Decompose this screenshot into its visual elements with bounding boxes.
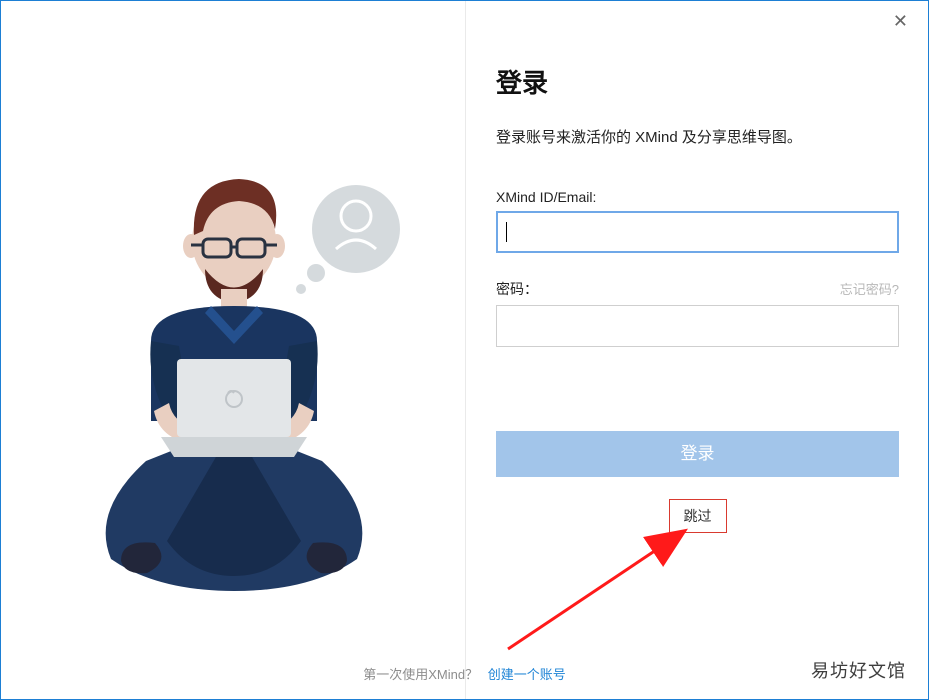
person-laptop-illustration	[51, 161, 421, 601]
xmind-id-block: XMind ID/Email:	[496, 189, 899, 253]
illustration-pane	[1, 1, 465, 699]
password-input[interactable]	[496, 305, 899, 347]
login-button[interactable]: 登录	[496, 431, 899, 477]
footer-question: 第一次使用XMind？	[363, 667, 478, 682]
password-block: 密码： 忘记密码?	[496, 279, 899, 347]
forgot-password-link[interactable]: 忘记密码?	[840, 279, 899, 298]
create-account-link[interactable]: 创建一个账号	[488, 667, 566, 682]
xmind-id-input[interactable]	[496, 211, 899, 253]
login-title: 登录	[496, 63, 899, 100]
password-label: 密码：	[496, 279, 538, 299]
footer: 第一次使用XMind？ 创建一个账号	[1, 664, 928, 683]
login-form-pane: 登录 登录账号来激活你的 XMind 及分享思维导图。 XMind ID/Ema…	[465, 1, 929, 699]
login-subtitle: 登录账号来激活你的 XMind 及分享思维导图。	[496, 126, 899, 147]
skip-button[interactable]: 跳过	[669, 499, 727, 533]
text-cursor	[506, 222, 507, 242]
xmind-id-label: XMind ID/Email:	[496, 189, 596, 205]
